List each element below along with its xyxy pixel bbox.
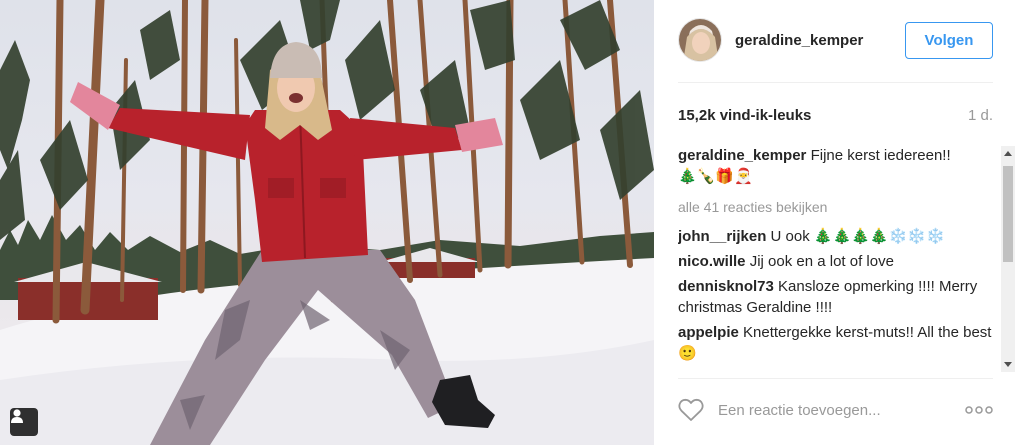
comment-username[interactable]: appelpie <box>678 324 739 341</box>
list-item: nico.wille Jij ook en a lot of love <box>678 251 998 272</box>
comment-input[interactable] <box>718 401 948 419</box>
more-options-icon <box>965 406 993 414</box>
divider <box>678 378 993 379</box>
comment-text: Jij ook en a lot of love <box>749 253 894 270</box>
comments-list[interactable]: geraldine_kemper Fijne kerst iedereen!! … <box>678 145 998 373</box>
list-item: dennisknol73 Kansloze opmerking !!!! Mer… <box>678 276 998 318</box>
scroll-up-arrow-icon[interactable] <box>1001 146 1015 160</box>
view-all-comments-link[interactable]: alle 41 reacties bekijken <box>678 197 998 218</box>
follow-button[interactable]: Volgen <box>905 22 993 59</box>
likes-row: 15,2k vind-ik-leuks 1 d. <box>678 104 993 126</box>
comment-username[interactable]: john__rijken <box>678 228 766 245</box>
user-tag-button[interactable] <box>10 408 38 436</box>
avatar[interactable] <box>678 18 722 62</box>
post-photo[interactable] <box>0 0 654 445</box>
like-button[interactable] <box>678 396 706 424</box>
comments-scrollbar[interactable] <box>1001 146 1015 372</box>
divider <box>678 82 993 83</box>
comment-text: U ook 🎄🎄🎄🎄❄️❄️❄️ <box>770 228 945 245</box>
heart-outline-icon <box>678 398 704 421</box>
comment-username[interactable]: geraldine_kemper <box>678 147 806 164</box>
caption-emoji: 🎄🍾🎁🎅 <box>678 168 753 185</box>
winter-scene-image <box>0 0 654 445</box>
likes-count[interactable]: 15,2k vind-ik-leuks <box>678 107 811 124</box>
comment-text: Fijne kerst iedereen!! <box>810 147 951 164</box>
comment-bar <box>678 393 993 427</box>
scroll-down-arrow-icon[interactable] <box>1001 358 1015 372</box>
list-item: john__rijken U ook 🎄🎄🎄🎄❄️❄️❄️ <box>678 226 998 247</box>
more-options-button[interactable] <box>965 401 993 419</box>
comment-username[interactable]: dennisknol73 <box>678 278 774 295</box>
caption: geraldine_kemper Fijne kerst iedereen!! … <box>678 145 998 187</box>
list-item: appelpie Knettergekke kerst-muts!! All t… <box>678 322 998 364</box>
post-header: geraldine_kemper Volgen <box>678 16 993 64</box>
username[interactable]: geraldine_kemper <box>735 32 863 49</box>
post-time[interactable]: 1 d. <box>968 107 993 124</box>
post-side-panel: geraldine_kemper Volgen 15,2k vind-ik-le… <box>654 0 1015 445</box>
comment-username[interactable]: nico.wille <box>678 253 746 270</box>
scrollbar-thumb[interactable] <box>1003 166 1013 262</box>
